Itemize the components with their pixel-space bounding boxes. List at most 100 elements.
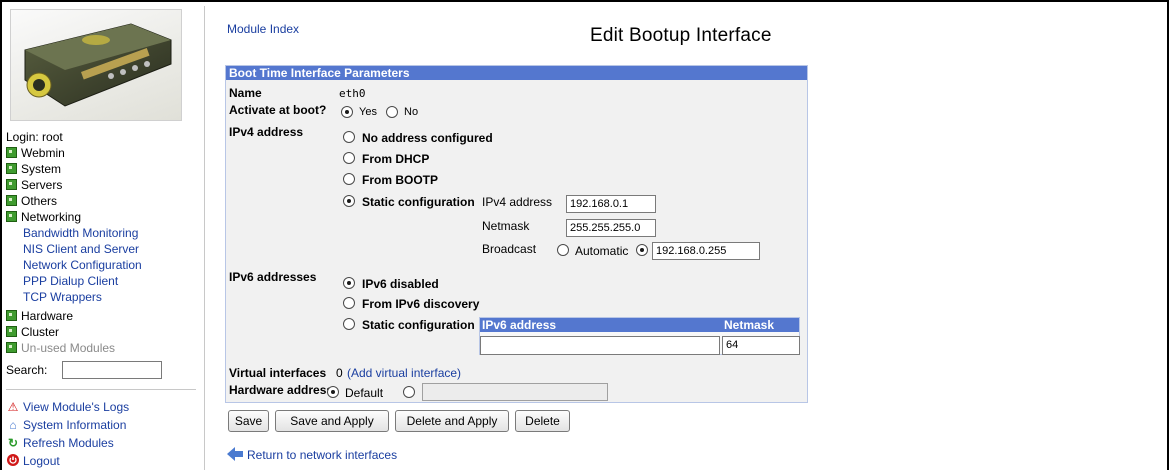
link-label: System Information (23, 418, 127, 432)
device-logo-image (10, 9, 182, 121)
sidebar-item-servers[interactable]: Servers (6, 178, 62, 193)
broadcast-input[interactable]: 192.168.0.255 (652, 242, 760, 260)
save-and-apply-button[interactable]: Save and Apply (275, 410, 389, 432)
sidebar: Login: root Webmin System Servers Others… (4, 6, 205, 470)
activate-yes-radio[interactable] (341, 106, 353, 118)
sidebar-item-hardware[interactable]: Hardware (6, 309, 73, 324)
ipv4-static-label: Static configuration (362, 195, 475, 209)
broadcast-automatic-label: Automatic (575, 244, 629, 258)
ipv6-col-netmask: Netmask (724, 318, 775, 332)
category-icon (6, 179, 17, 190)
sidebar-item-label: Webmin (21, 146, 65, 160)
sidebar-subitem-bandwidth-monitoring[interactable]: Bandwidth Monitoring (23, 226, 138, 241)
virtual-interfaces-label: Virtual interfaces (229, 366, 327, 380)
ipv4-bootp-radio[interactable] (343, 173, 355, 185)
logout-link[interactable]: Logout (6, 453, 60, 469)
ipv4-none-label: No address configured (362, 131, 493, 145)
broadcast-label: Broadcast (482, 242, 537, 256)
sidebar-subitem-ppp-dialup[interactable]: PPP Dialup Client (23, 274, 118, 289)
sidebar-subitem-network-configuration[interactable]: Network Configuration (23, 258, 142, 273)
activate-at-boot-label: Activate at boot? (229, 103, 327, 117)
sidebar-item-label: Hardware (21, 309, 74, 323)
link-label: Logout (23, 454, 60, 468)
ipv6-disabled-label: IPv6 disabled (362, 277, 439, 291)
sidebar-item-cluster[interactable]: Cluster (6, 325, 59, 340)
delete-and-apply-button[interactable]: Delete and Apply (395, 410, 509, 432)
sidebar-item-label: Servers (21, 178, 63, 192)
ipv4-addr-field-label: IPv4 address (482, 195, 553, 209)
virtual-interfaces-count: 0 (336, 366, 343, 380)
broadcast-automatic-radio[interactable] (557, 244, 569, 256)
category-icon (6, 195, 17, 206)
name-label: Name (229, 86, 262, 100)
save-button[interactable]: Save (228, 410, 269, 432)
module-index-link[interactable]: Module Index (227, 22, 299, 36)
ipv4-bootp-label: From BOOTP (362, 173, 439, 187)
power-icon (6, 453, 20, 469)
ipv6-disabled-radio[interactable] (343, 277, 355, 289)
category-icon (6, 211, 17, 222)
sidebar-item-webmin[interactable]: Webmin (6, 146, 65, 161)
sidebar-item-label: Others (21, 194, 58, 208)
hw-default-radio[interactable] (327, 386, 339, 398)
refresh-icon: ↻ (7, 436, 19, 450)
ipv4-dhcp-radio[interactable] (343, 152, 355, 164)
broadcast-custom-radio[interactable] (636, 244, 648, 256)
ipv6-col-address: IPv6 address (482, 318, 557, 332)
sidebar-item-label: Un-used Modules (21, 341, 116, 355)
link-label: Refresh Modules (23, 436, 114, 450)
category-icon (6, 163, 17, 174)
ipv4-static-radio[interactable] (343, 195, 355, 207)
hw-address-input[interactable] (422, 383, 608, 401)
hw-custom-radio[interactable] (403, 386, 415, 398)
sidebar-subitem-nis-client[interactable]: NIS Client and Server (23, 242, 139, 257)
category-icon (6, 310, 17, 321)
activate-no-label: No (404, 106, 419, 118)
search-label: Search: (6, 363, 48, 377)
ipv4-none-radio[interactable] (343, 131, 355, 143)
sidebar-item-networking[interactable]: Networking (6, 210, 81, 225)
search-input[interactable] (62, 361, 162, 379)
sidebar-item-unused-modules[interactable]: Un-used Modules (6, 341, 115, 356)
ipv6-table-header: IPv6 address Netmask (480, 318, 799, 332)
hw-default-label: Default (345, 386, 384, 400)
sidebar-item-label: System (21, 162, 62, 176)
sidebar-subitem-tcp-wrappers[interactable]: TCP Wrappers (23, 290, 102, 305)
ipv6-discovery-label: From IPv6 discovery (362, 297, 480, 311)
netmask-label: Netmask (482, 219, 530, 233)
system-information-link[interactable]: ⌂ System Information (6, 417, 126, 433)
ipv6-addresses-label: IPv6 addresses (229, 270, 317, 284)
category-icon (6, 326, 17, 337)
warning-icon: ⚠ (7, 400, 19, 414)
name-value: eth0 (339, 87, 366, 100)
back-arrow-icon[interactable] (227, 447, 243, 461)
ipv4-dhcp-label: From DHCP (362, 152, 430, 166)
sidebar-item-system[interactable]: System (6, 162, 61, 177)
activate-yes-label: Yes (359, 106, 377, 118)
return-to-network-interfaces-link[interactable]: Return to network interfaces (247, 448, 397, 462)
ipv6-netmask-input[interactable]: 64 (722, 336, 800, 355)
ipv6-static-radio[interactable] (343, 318, 355, 330)
view-module-logs-link[interactable]: ⚠ View Module's Logs (6, 399, 130, 415)
activate-no-radio[interactable] (386, 106, 398, 118)
netmask-input[interactable]: 255.255.255.0 (566, 219, 656, 237)
login-label: Login: root (6, 130, 63, 144)
delete-button[interactable]: Delete (515, 410, 570, 432)
sidebar-item-label: Networking (21, 210, 82, 224)
page-title: Edit Bootup Interface (590, 25, 772, 46)
ipv6-discovery-radio[interactable] (343, 297, 355, 309)
sidebar-item-others[interactable]: Others (6, 194, 57, 209)
link-label: View Module's Logs (23, 400, 130, 414)
sidebar-item-label: Cluster (21, 325, 60, 339)
section-header: Boot Time Interface Parameters (226, 66, 807, 80)
ipv6-static-label: Static configuration (362, 318, 475, 332)
add-virtual-interface-link[interactable]: (Add virtual interface) (347, 366, 461, 380)
ipv4-address-input[interactable]: 192.168.0.1 (566, 195, 656, 213)
category-icon (6, 147, 17, 158)
category-icon (6, 342, 17, 353)
ipv4-address-label: IPv4 address (229, 125, 304, 139)
hardware-address-label: Hardware address (229, 383, 334, 397)
ipv6-address-input[interactable] (480, 336, 720, 355)
refresh-modules-link[interactable]: ↻ Refresh Modules (6, 435, 114, 451)
sidebar-divider (6, 389, 196, 390)
